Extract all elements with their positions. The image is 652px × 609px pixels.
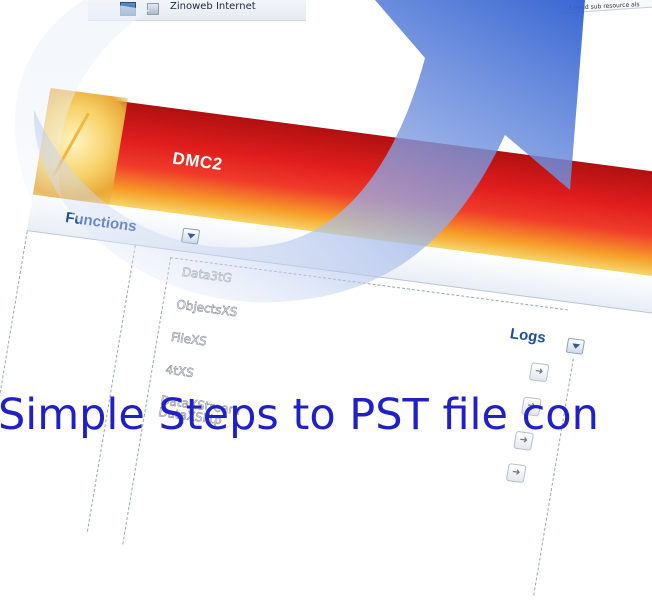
left-pane	[0, 231, 136, 532]
arrow-right-icon[interactable]: ➜	[505, 463, 527, 484]
caption-text: Simple Steps to PST file con	[0, 390, 599, 440]
chevron-down-icon[interactable]	[565, 337, 586, 355]
app-logo	[32, 88, 128, 209]
window-icon	[120, 2, 136, 16]
chevron-down-icon[interactable]	[180, 227, 201, 245]
top-left-program-label[interactable]: Zinoweb Internet	[170, 1, 256, 12]
program-icon	[147, 3, 159, 15]
app-window: DMC2 Functions Data3tG ObjectsXS FileXS …	[0, 88, 652, 597]
arrow-right-icon[interactable]: ➜	[528, 362, 550, 383]
